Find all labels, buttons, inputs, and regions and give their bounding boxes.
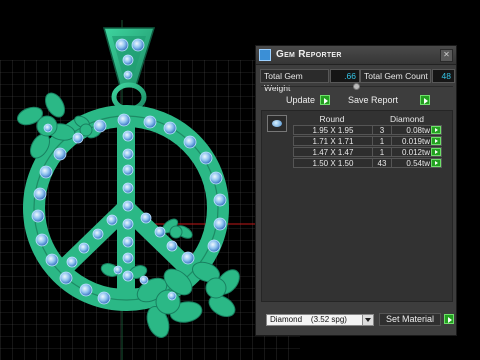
row-count: 3 xyxy=(373,126,392,135)
gem-table: Round Diamond 1.95 X 1.95 3 0.08tw 1.71 … xyxy=(261,110,453,302)
save-report-label: Save Report xyxy=(348,95,399,105)
header-diamond: Diamond xyxy=(389,114,425,124)
table-row: 1.47 X 1.47 1 0.012tw xyxy=(293,147,442,157)
save-report-button[interactable] xyxy=(420,95,430,105)
row-select-button[interactable] xyxy=(431,159,441,167)
row-weight: 0.019tw xyxy=(401,137,430,146)
gem-reporter-panel: Gem Reporter ✕ Total Gem Weight .66 Tota… xyxy=(255,45,457,336)
row-select-button[interactable] xyxy=(431,148,441,156)
set-material-label: Set Material xyxy=(385,314,435,324)
set-material-go-button[interactable] xyxy=(444,314,454,324)
header-round: Round xyxy=(319,114,345,124)
table-row: 1.50 X 1.50 43 0.54tw xyxy=(293,158,442,168)
update-label: Update xyxy=(286,95,316,105)
chevron-down-icon[interactable] xyxy=(362,315,373,325)
row-size: 1.50 X 1.50 xyxy=(294,159,373,168)
table-row: 1.95 X 1.95 3 0.08tw xyxy=(293,125,442,135)
row-size: 1.95 X 1.95 xyxy=(294,126,373,135)
close-icon[interactable]: ✕ xyxy=(440,49,453,62)
row-weight: 0.08tw xyxy=(406,126,430,135)
total-gem-weight-value: .66 xyxy=(330,69,360,83)
gem-round-icon xyxy=(267,115,287,132)
row-count: 1 xyxy=(373,148,392,157)
material-select-value: Diamond (3.52 spg) xyxy=(270,315,347,324)
panel-title: Gem Reporter xyxy=(276,49,342,60)
set-material-button[interactable]: Set Material xyxy=(379,313,441,326)
update-button[interactable] xyxy=(320,95,330,105)
row-select-button[interactable] xyxy=(431,137,441,145)
row-size: 1.71 X 1.71 xyxy=(294,137,373,146)
row-count: 1 xyxy=(373,137,392,146)
panel-titlebar[interactable]: Gem Reporter ✕ xyxy=(256,46,456,65)
row-select-button[interactable] xyxy=(431,126,441,134)
gem-reporter-app-icon xyxy=(259,49,271,61)
total-gem-weight-label: Total Gem Weight xyxy=(260,69,329,93)
total-gem-count-label: Total Gem Count xyxy=(360,69,431,83)
row-weight: 0.54tw xyxy=(406,159,430,168)
row-weight: 0.012tw xyxy=(401,148,430,157)
table-row: 1.71 X 1.71 1 0.019tw xyxy=(293,136,442,146)
collapse-handle[interactable] xyxy=(353,83,360,90)
material-select[interactable]: Diamond (3.52 spg) xyxy=(266,314,374,326)
total-gem-count-value: 48 xyxy=(432,69,455,83)
row-count: 43 xyxy=(373,159,392,168)
row-size: 1.47 X 1.47 xyxy=(294,148,373,157)
